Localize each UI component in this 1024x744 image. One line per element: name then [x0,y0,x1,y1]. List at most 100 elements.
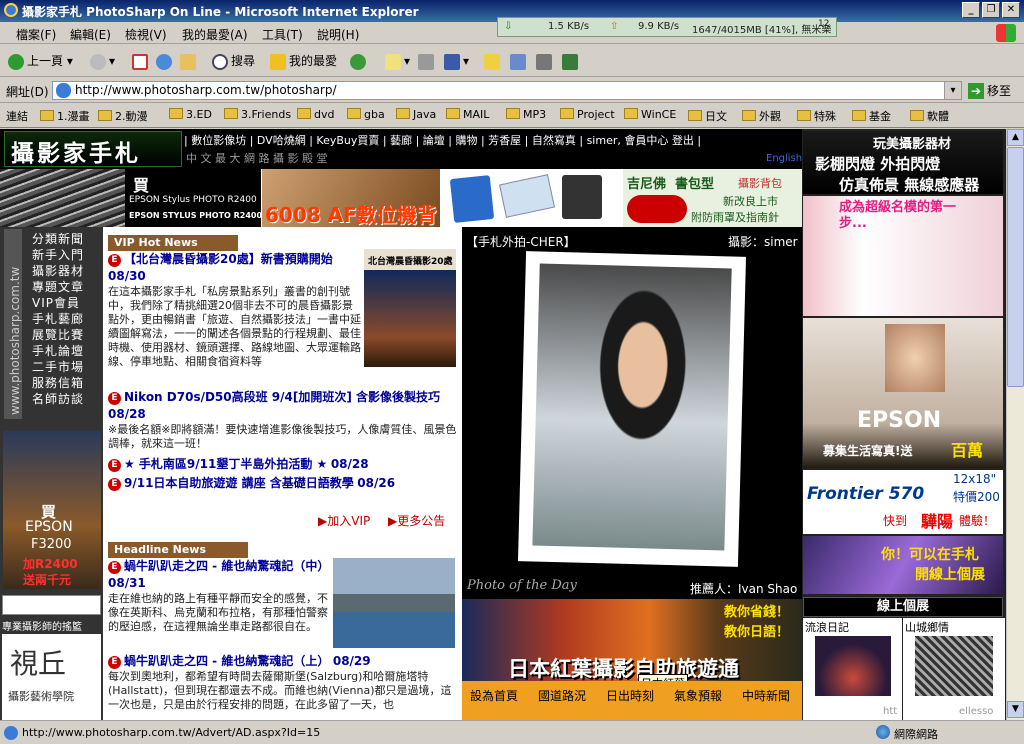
link-folder[interactable]: MP3 [506,108,546,121]
menu-favorites[interactable]: 我的最愛(A) [182,26,248,43]
stop-button[interactable] [132,51,151,71]
scroll-down-button[interactable]: ▼ [1007,701,1024,718]
back-button[interactable]: 上一頁 ▾ [8,51,73,71]
link-folder[interactable]: 3.ED [169,108,212,121]
link-folder[interactable]: Project [560,108,615,121]
calc-button[interactable] [536,51,555,71]
sd-card-ad[interactable] [440,169,623,227]
link-folder[interactable]: 基金 [852,108,891,124]
edit-button[interactable]: ▾ [444,51,469,71]
close-button[interactable]: ✕ [1002,2,1020,18]
mail-icon [385,53,401,70]
bag-ad-type: 書包型 [675,177,715,192]
link-folder[interactable]: WinCE [624,108,676,121]
scroll-thumb[interactable] [1007,147,1024,387]
vertical-scrollbar[interactable]: ▲ ▼ [1006,129,1024,720]
site-logo[interactable]: 攝影家手札 [4,131,182,167]
lighting-ad[interactable]: 玩美攝影器材 影棚閃燈 外拍閃燈 仿真佈景 無線感應器 [803,131,1003,194]
japan-maple-ad[interactable]: 教你省錢！ 教你日語！ 日本紅葉攝影自助旅遊通 [462,599,802,681]
go-button[interactable]: ➔ 移至 [968,82,1011,99]
favorites-button[interactable]: 我的最愛 [270,51,337,71]
utility-link[interactable]: 中時新聞 [742,687,790,704]
headline-news-header: Headline News [108,542,248,558]
epson-f3200-ad[interactable]: 買 EPSON F3200 加R2400 送兩千元 [3,431,101,589]
side-menu-item[interactable]: 新手入門 [32,247,84,263]
vienna-photo[interactable] [333,558,455,648]
side-menu-item[interactable]: 攝影器材 [32,263,84,279]
side-menu-item[interactable]: 服務信箱 [32,375,84,391]
news-headline[interactable]: E 蝸牛趴趴走之四 - 維也納驚魂記（中） 08/31 [108,558,330,592]
news-headline[interactable]: E Nikon D70s/D50高段班 9/4[加開班次] 含影像後製技巧 08/… [108,389,458,423]
news-title[interactable]: 9/11日本自助旅遊遊 講座 含基礎日語教學 [124,476,354,490]
feature-photo-frame[interactable] [517,251,747,567]
menu-tools[interactable]: 工具(T) [262,26,303,43]
news-title: 【北台灣晨昏攝影20處】新書預購開始 [124,252,333,266]
link-folder[interactable]: 1.漫畫 [40,108,90,124]
minimize-button[interactable]: _ [962,2,980,18]
bag-ad[interactable]: 吉尼佛 書包型 攝影背包 新改良上市 附防雨罩及指南針 [623,169,802,227]
print-button[interactable] [418,51,437,71]
dropdown-arrow-icon[interactable]: ▾ [944,82,961,99]
menu-file[interactable]: 檔案(F) [16,26,56,43]
utility-link[interactable]: 氣象預報 [674,687,722,704]
maximize-button[interactable]: ❐ [982,2,1000,18]
menu-edit[interactable]: 編輯(E) [70,26,111,43]
side-menu-item[interactable]: 手札論壇 [32,343,84,359]
feature-photo [532,263,732,551]
utility-link[interactable]: 設為首頁 [470,687,518,704]
link-folder[interactable]: dvd [297,108,334,121]
search-button[interactable]: 搜尋 [212,51,255,71]
scroll-up-button[interactable]: ▲ [1007,129,1024,146]
gallery-card[interactable]: 流浪日記 htt [803,618,902,720]
side-menu-item[interactable]: 展覽比賽 [32,327,84,343]
link-folder[interactable]: Java [396,108,436,121]
news-body: 每次到奧地利，都希望有時間去薩爾斯堡(Salzburg)和哈爾施塔特(Halls… [108,670,452,711]
camera-back-ad[interactable]: 6008 AF數位機背 [262,169,440,227]
link-folder[interactable]: 特殊 [797,108,836,124]
link-folder[interactable]: MAIL [446,108,489,121]
side-menu-item[interactable]: 二手市場 [32,359,84,375]
epson-photo-ad[interactable]: EPSON 募集生活寫真!送 百萬 [803,318,1003,468]
link-folder[interactable]: gba [347,108,385,121]
side-menu-item[interactable]: VIP會員 [32,295,84,311]
forward-button[interactable]: ▾ [90,51,115,71]
link-folder[interactable]: 軟體 [910,108,949,124]
side-menu-item[interactable]: 手札藝廊 [32,311,84,327]
news-title[interactable]: ★ 手札南區9/11墾丁半島外拍活動 ★ [124,457,327,471]
home-button[interactable] [180,51,199,71]
counter: 12 [818,19,830,29]
gallery-card[interactable]: 山城鄉情 ellesso [903,618,1005,720]
sidebar-input[interactable] [2,595,101,615]
link-folder[interactable]: 日文 [688,108,727,124]
address-input[interactable]: http://www.photosharp.com.tw/photosharp/… [52,81,962,100]
side-menu-item[interactable]: 名師訪談 [32,391,84,407]
tool-button[interactable] [562,51,581,71]
epson-r2400-ad[interactable]: 買 EPSON Stylus PHOTO R2400 EPSON STYLUS … [125,169,262,227]
online-gallery-ad[interactable]: 你！可以在手札 開線上個展 [803,536,1003,594]
mail-button[interactable]: ▾ [385,51,410,71]
menu-view[interactable]: 檢視(V) [125,26,167,43]
news-headline[interactable]: E 【北台灣晨昏攝影20處】新書預購開始 08/30 [108,251,361,285]
link-folder[interactable]: 3.Friends [224,108,291,121]
utility-link[interactable]: 國道路況 [538,687,586,704]
refresh-button[interactable] [156,51,175,71]
more-news-link[interactable]: ▶更多公告 [388,512,445,529]
folder-icon [910,110,924,121]
news-headline[interactable]: E 蝸牛趴趴走之四 - 維也納驚魂記（上） 08/29 [108,653,458,670]
top-nav[interactable]: | 數位影像坊 | DV哈燒網 | KeyBuy買賣 | 藝廊 | 論壇 | 購… [184,132,701,148]
messenger-button[interactable] [510,51,529,71]
school-ad[interactable]: 視丘 攝影藝術學院 [2,634,101,720]
link-folder[interactable]: 外觀 [742,108,781,124]
media-button[interactable] [350,51,369,71]
side-menu-item[interactable]: 分類新聞 [32,231,84,247]
book-cover[interactable]: 北台灣晨昏攝影20處 [364,249,456,367]
frontier-ad[interactable]: 12x18" Frontier 570 特價200 快到 驊陽 體驗！ [803,470,1003,534]
model-ad[interactable]: 成為超級名模的第一步... [803,196,1003,316]
menu-help[interactable]: 說明(H) [317,26,359,43]
english-link[interactable]: English [766,153,802,164]
side-menu-item[interactable]: 專題文章 [32,279,84,295]
note-button[interactable] [484,51,503,71]
link-folder[interactable]: 2.動漫 [98,108,148,124]
join-vip-link[interactable]: ▶加入VIP [318,512,370,529]
utility-link[interactable]: 日出時刻 [606,687,654,704]
